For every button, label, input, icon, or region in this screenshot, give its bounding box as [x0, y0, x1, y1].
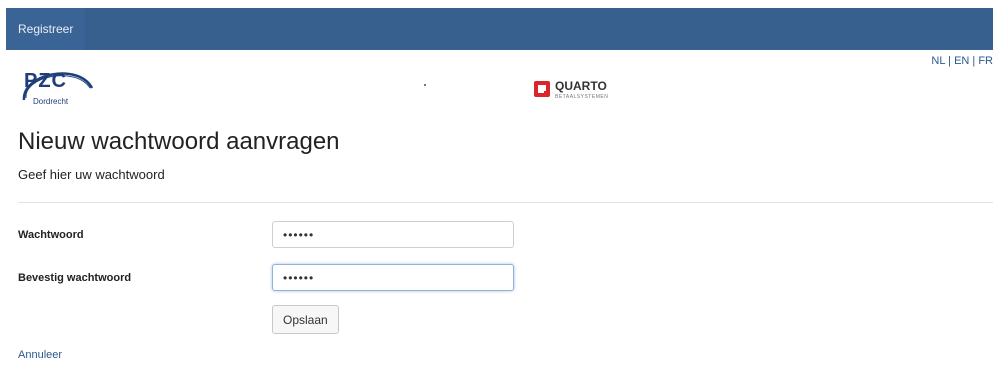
top-navbar: Registreer — [6, 8, 993, 50]
quarto-logo-text: QUARTO — [555, 79, 607, 93]
save-button[interactable]: Opslaan — [272, 305, 339, 334]
confirm-password-label: Bevestig wachtwoord — [18, 272, 132, 284]
lang-nl-link[interactable]: NL — [931, 55, 945, 67]
confirm-password-input[interactable] — [272, 264, 514, 291]
page-subtitle: Geef hier uw wachtwoord — [18, 167, 165, 182]
lang-en-link[interactable]: EN — [954, 55, 969, 67]
pzc-logo-text: PZC — [24, 70, 67, 92]
page-title: Nieuw wachtwoord aanvragen — [18, 128, 340, 155]
language-switch: NL | EN | FR — [931, 55, 993, 67]
divider — [18, 202, 993, 203]
pzc-logo: PZC Dordrecht — [18, 64, 98, 112]
lang-separator: | — [972, 55, 976, 67]
password-input[interactable] — [272, 221, 514, 248]
nav-register-link[interactable]: Registreer — [6, 8, 86, 50]
lang-separator: | — [948, 55, 951, 67]
cancel-link[interactable]: Annuleer — [18, 349, 62, 361]
separator-dot — [424, 84, 426, 86]
pzc-logo-subtext: Dordrecht — [33, 97, 69, 106]
quarto-logo-subtext: BETAALSYSTEMEN — [555, 94, 609, 100]
quarto-mark-icon — [534, 81, 550, 97]
lang-fr-link[interactable]: FR — [978, 55, 993, 67]
password-label: Wachtwoord — [18, 229, 84, 241]
